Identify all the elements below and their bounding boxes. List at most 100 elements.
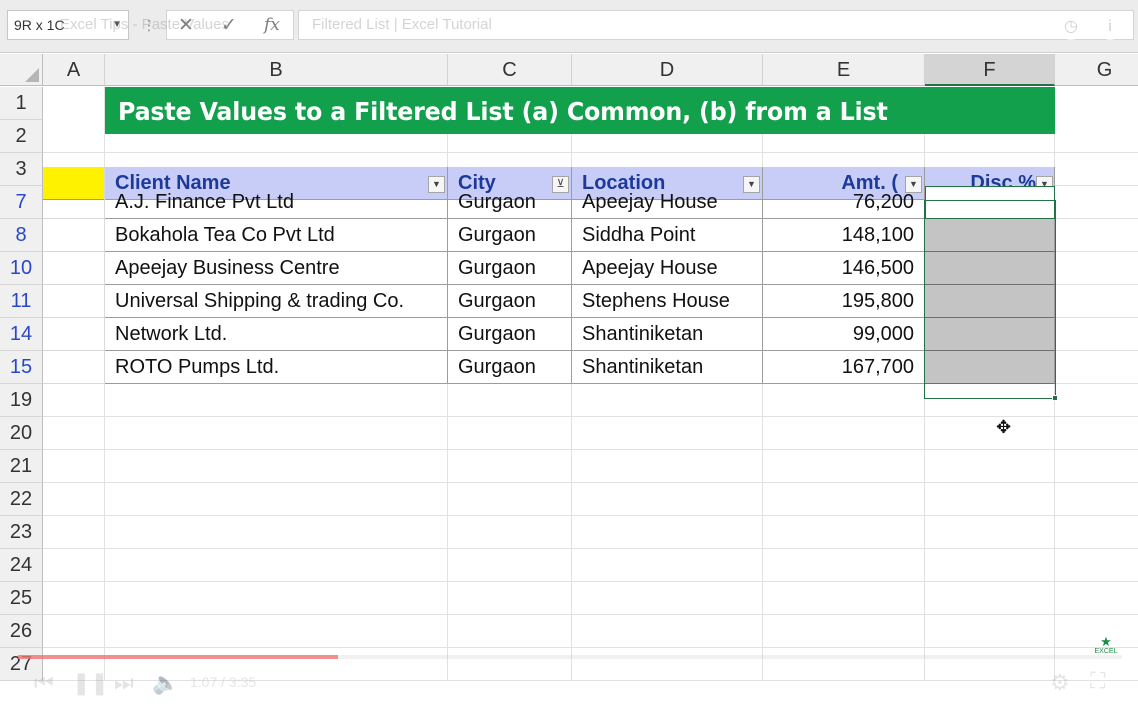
column-header-c[interactable]: C: [448, 54, 572, 86]
table-cell[interactable]: 76,200: [763, 186, 925, 219]
cell-text: Bokahola Tea Co Pvt Ltd: [115, 224, 335, 246]
cell-text: Siddha Point: [582, 224, 696, 246]
fullscreen-icon[interactable]: ⛶: [1090, 668, 1105, 694]
fill-handle[interactable]: [1052, 395, 1058, 401]
cell-text: 76,200: [852, 191, 914, 213]
table-cell[interactable]: Stephens House: [572, 285, 763, 318]
cell-text: Gurgaon: [458, 224, 536, 246]
cell-a[interactable]: [43, 252, 105, 285]
cell-a[interactable]: [43, 285, 105, 318]
skip-back-icon[interactable]: ⏮: [34, 670, 54, 696]
cell-text: Gurgaon: [458, 257, 536, 279]
table-cell[interactable]: Universal Shipping & trading Co.: [105, 285, 448, 318]
table-cell[interactable]: Gurgaon: [448, 285, 572, 318]
logo-text: EXCEL: [1094, 648, 1118, 655]
cell-a[interactable]: [43, 219, 105, 252]
video-title-left: Excel Tips - Paste Values: [60, 16, 229, 33]
table-cell[interactable]: Siddha Point: [572, 219, 763, 252]
row-header-21[interactable]: 21: [0, 450, 43, 483]
gridline: [43, 482, 1138, 483]
selected-cell[interactable]: [925, 285, 1055, 318]
table-cell[interactable]: Gurgaon: [448, 186, 572, 219]
cell-text: Apeejay House: [582, 257, 718, 279]
row-header-7[interactable]: 7: [0, 186, 43, 219]
table-cell[interactable]: Apeejay House: [572, 186, 763, 219]
table-cell[interactable]: Gurgaon: [448, 252, 572, 285]
table-cell[interactable]: Apeejay House: [572, 252, 763, 285]
table-cell[interactable]: 99,000: [763, 318, 925, 351]
skip-next-icon[interactable]: ⏭: [114, 670, 134, 696]
column-header-e[interactable]: E: [763, 54, 925, 86]
row-header-11[interactable]: 11: [0, 285, 43, 318]
selected-cell[interactable]: [925, 318, 1055, 351]
cell-text: Gurgaon: [458, 323, 536, 345]
selected-cell[interactable]: [925, 351, 1055, 384]
gear-icon[interactable]: ⚙: [1050, 670, 1070, 696]
row-header-23[interactable]: 23: [0, 516, 43, 549]
formula-bar: 9R x 1C ▼ ⋮ ✕ ✓ fx Excel Tips - Paste Va…: [0, 0, 1138, 53]
excel-logo: ★ EXCEL: [1092, 635, 1120, 664]
cell-text: Apeejay House: [582, 191, 718, 213]
table-cell[interactable]: Gurgaon: [448, 219, 572, 252]
table-cell[interactable]: Shantiniketan: [572, 318, 763, 351]
video-progress-bar[interactable]: [18, 655, 339, 659]
column-header-a[interactable]: A: [43, 54, 105, 86]
cell-a[interactable]: [43, 351, 105, 384]
column-header-b[interactable]: B: [105, 54, 448, 86]
row-header-19[interactable]: 19: [0, 384, 43, 417]
row-header-15[interactable]: 15: [0, 351, 43, 384]
pause-icon[interactable]: ❚❚: [72, 670, 109, 696]
clock-icon[interactable]: ◷: [1058, 14, 1084, 40]
selected-cell[interactable]: [925, 219, 1055, 252]
gridline: [43, 152, 1138, 153]
sheet-title: Paste Values to a Filtered List (a) Comm…: [118, 97, 888, 126]
row-header-1[interactable]: 1: [0, 87, 43, 120]
column-header-g[interactable]: G: [1055, 54, 1138, 86]
function-icon[interactable]: fx: [264, 15, 280, 35]
row-header-20[interactable]: 20: [0, 417, 43, 450]
table-cell[interactable]: 195,800: [763, 285, 925, 318]
cell-text: Shantiniketan: [582, 356, 704, 378]
table-cell[interactable]: Gurgaon: [448, 318, 572, 351]
video-time: 1:07 / 3:35: [190, 674, 257, 690]
table-cell[interactable]: A.J. Finance Pvt Ltd: [105, 186, 448, 219]
row-header-24[interactable]: 24: [0, 549, 43, 582]
gridline: [43, 548, 1138, 549]
row-header-14[interactable]: 14: [0, 318, 43, 351]
cell-text: Network Ltd.: [115, 323, 228, 345]
table-cell[interactable]: Shantiniketan: [572, 351, 763, 384]
cell-text: 195,800: [841, 290, 914, 312]
info-icon[interactable]: i: [1097, 14, 1123, 40]
cell-text: Stephens House: [582, 290, 730, 312]
table-cell[interactable]: 148,100: [763, 219, 925, 252]
row-header-3[interactable]: 3: [0, 153, 43, 186]
row-header-22[interactable]: 22: [0, 483, 43, 516]
cell-a[interactable]: [43, 186, 105, 219]
gridline: [43, 581, 1138, 582]
table-cell[interactable]: Gurgaon: [448, 351, 572, 384]
table-cell[interactable]: Network Ltd.: [105, 318, 448, 351]
table-cell[interactable]: Apeejay Business Centre: [105, 252, 448, 285]
row-header-8[interactable]: 8: [0, 219, 43, 252]
cell-text: Universal Shipping & trading Co.: [115, 290, 405, 312]
cell-text: 148,100: [841, 224, 914, 246]
cell-text: A.J. Finance Pvt Ltd: [115, 191, 294, 213]
row-header-2[interactable]: 2: [0, 120, 43, 153]
select-all-button[interactable]: [0, 54, 43, 86]
cell-a[interactable]: [43, 318, 105, 351]
cell-text: 99,000: [852, 323, 914, 345]
cross-cursor-icon: ✥: [996, 417, 1012, 437]
column-header-f[interactable]: F: [925, 54, 1055, 86]
row-header-10[interactable]: 10: [0, 252, 43, 285]
cell-text: Gurgaon: [458, 356, 536, 378]
table-cell[interactable]: ROTO Pumps Ltd.: [105, 351, 448, 384]
selected-cell[interactable]: [925, 252, 1055, 285]
row-header-25[interactable]: 25: [0, 582, 43, 615]
active-cell-f7[interactable]: [925, 186, 1055, 219]
table-cell[interactable]: 146,500: [763, 252, 925, 285]
column-header-d[interactable]: D: [572, 54, 763, 86]
table-cell[interactable]: 167,700: [763, 351, 925, 384]
volume-icon[interactable]: 🔈: [152, 670, 179, 696]
table-cell[interactable]: Bokahola Tea Co Pvt Ltd: [105, 219, 448, 252]
row-header-26[interactable]: 26: [0, 615, 43, 648]
